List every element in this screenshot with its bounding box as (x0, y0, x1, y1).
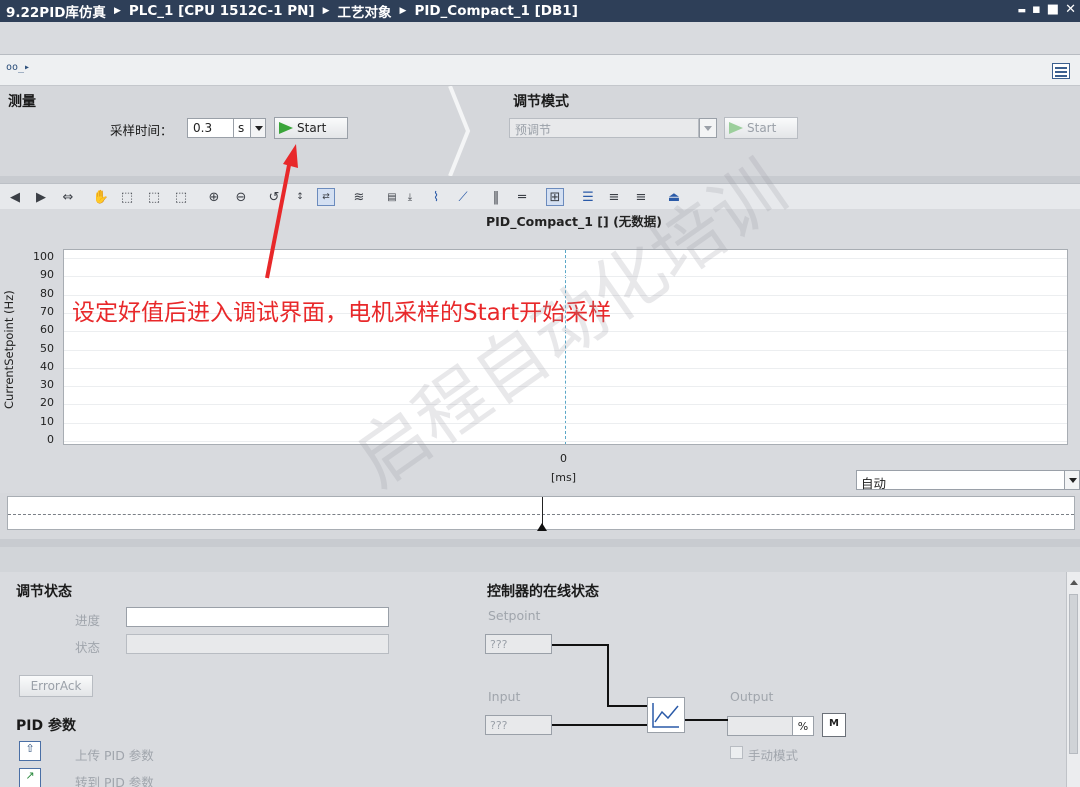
pid-commissioning-window: 9.22PID库仿真 ▶ PLC_1 [CPU 1512C-1 PN] ▶ 工艺… (0, 0, 1080, 787)
